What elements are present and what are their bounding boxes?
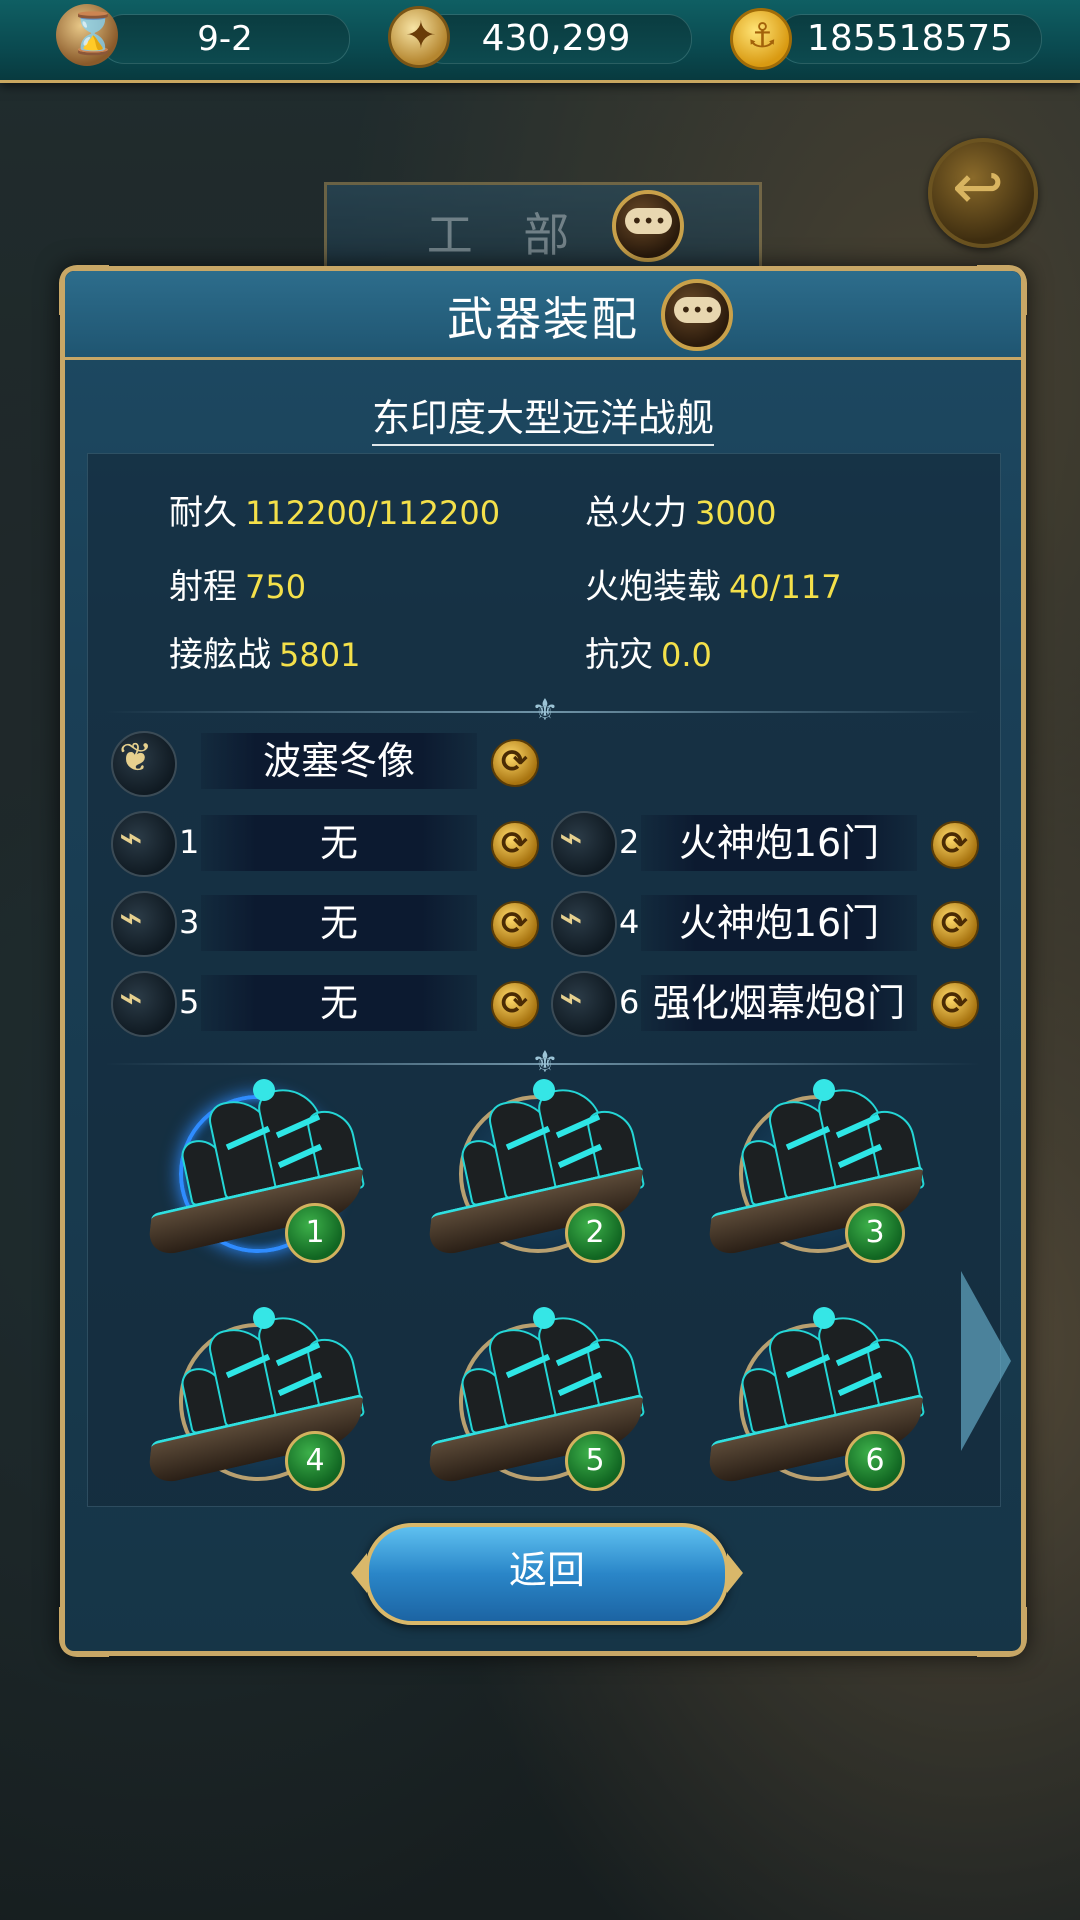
ship-slot-3[interactable]: 3 [705, 1079, 935, 1279]
chat-bubble-icon[interactable] [612, 190, 684, 262]
ship-number-badge: 1 [285, 1203, 345, 1263]
ship-number-badge: 3 [845, 1203, 905, 1263]
stat-durability: 耐久 112200/112200 [169, 493, 501, 533]
stat-range-value: 750 [245, 568, 307, 606]
cannon-icon: ⌁ [551, 891, 617, 957]
stat-range: 射程 750 [169, 567, 307, 607]
chat-bubble-icon[interactable] [661, 279, 733, 351]
stat-firepower-value: 3000 [695, 494, 777, 532]
cannon-slot-1[interactable]: 无 [201, 815, 477, 871]
cannon-icon: ⌁ [111, 811, 177, 877]
stat-durability-value: 112200/112200 [245, 494, 501, 532]
resource-bar: 9-2 430,299 185518575 [0, 0, 1080, 83]
slot-number: 1 [179, 823, 200, 861]
compass-value: 430,299 [481, 18, 631, 59]
divider-ornament-icon: ⚜ [531, 693, 559, 728]
cannon-icon: ⌁ [551, 811, 617, 877]
cannon-slot-3[interactable]: 无 [201, 895, 477, 951]
stat-disaster-res: 抗灾 0.0 [585, 635, 712, 675]
cannon-slot-6[interactable]: 强化烟幕炮8门 [641, 975, 917, 1031]
back-arrow-icon[interactable] [928, 138, 1038, 248]
stage-field[interactable]: 9-2 [100, 14, 350, 64]
cannon-slot-4-swap-button[interactable] [931, 901, 979, 949]
ship-emblem-icon [533, 1079, 555, 1101]
anchor-coin-icon [730, 8, 792, 70]
ship-emblem-icon [813, 1079, 835, 1101]
slot-number: 2 [619, 823, 640, 861]
ship-emblem-icon [813, 1307, 835, 1329]
ship-emblem-icon [253, 1307, 275, 1329]
ship-number-badge: 6 [845, 1431, 905, 1491]
gold-field[interactable]: 185518575 [778, 14, 1042, 64]
stat-cannon-load-value: 40/117 [729, 568, 842, 606]
panel-header: 武器装配 [65, 271, 1021, 360]
ship-slot-2[interactable]: 2 [425, 1079, 655, 1279]
slot-number: 5 [179, 983, 200, 1021]
panel-title: 武器装配 [447, 292, 639, 346]
cannon-slot-2[interactable]: 火神炮16门 [641, 815, 917, 871]
cannon-icon: ⌁ [551, 971, 617, 1037]
ship-number-badge: 2 [565, 1203, 625, 1263]
cannon-slot-5-swap-button[interactable] [491, 981, 539, 1029]
cannon-slot-3-swap-button[interactable] [491, 901, 539, 949]
cannon-slot-6-swap-button[interactable] [931, 981, 979, 1029]
ship-number-badge: 4 [285, 1431, 345, 1491]
slot-number: 4 [619, 903, 640, 941]
cannon-slot-4[interactable]: 火神炮16门 [641, 895, 917, 951]
ship-slot-6[interactable]: 6 [705, 1307, 935, 1507]
background-tab: 工 部 [324, 182, 762, 275]
ship-emblem-icon [253, 1079, 275, 1101]
ship-slot-1[interactable]: 1 [145, 1079, 375, 1279]
ship-slot-5[interactable]: 5 [425, 1307, 655, 1507]
slot-number: 6 [619, 983, 640, 1021]
stat-boarding-value: 5801 [279, 636, 361, 674]
return-button[interactable]: 返回 [351, 1523, 743, 1625]
ship-slot-4[interactable]: 4 [145, 1307, 375, 1507]
next-page-arrow-icon[interactable] [961, 1271, 1011, 1451]
slot-number: 3 [179, 903, 200, 941]
figurehead-field[interactable]: 波塞冬像 [201, 733, 477, 789]
ship-name[interactable]: 东印度大型远洋战舰 [65, 387, 1021, 446]
corner-ornament [59, 1607, 109, 1657]
cannon-slot-5[interactable]: 无 [201, 975, 477, 1031]
corner-ornament [977, 1607, 1027, 1657]
compass-icon [388, 6, 450, 68]
gold-value: 185518575 [806, 18, 1014, 59]
stat-firepower: 总火力 3000 [585, 493, 777, 533]
hourglass-icon [56, 4, 118, 66]
ship-emblem-icon [533, 1307, 555, 1329]
ship-number-badge: 5 [565, 1431, 625, 1491]
cannon-icon: ⌁ [111, 891, 177, 957]
figurehead-swap-button[interactable] [491, 739, 539, 787]
wing-icon: ❦ [111, 731, 177, 797]
cannon-slot-1-swap-button[interactable] [491, 821, 539, 869]
compass-field[interactable]: 430,299 [420, 14, 692, 64]
cannon-icon: ⌁ [111, 971, 177, 1037]
stat-boarding: 接舷战 5801 [169, 635, 361, 675]
stat-cannon-load: 火炮装载 40/117 [585, 567, 842, 607]
divider-ornament-icon: ⚜ [531, 1045, 559, 1080]
stage-value: 9-2 [197, 19, 253, 59]
cannon-slot-2-swap-button[interactable] [931, 821, 979, 869]
stat-disaster-res-value: 0.0 [661, 636, 712, 674]
weapon-equip-panel: 武器装配 东印度大型远洋战舰 耐久112200/112200 总火力3000 射… [59, 265, 1027, 1657]
